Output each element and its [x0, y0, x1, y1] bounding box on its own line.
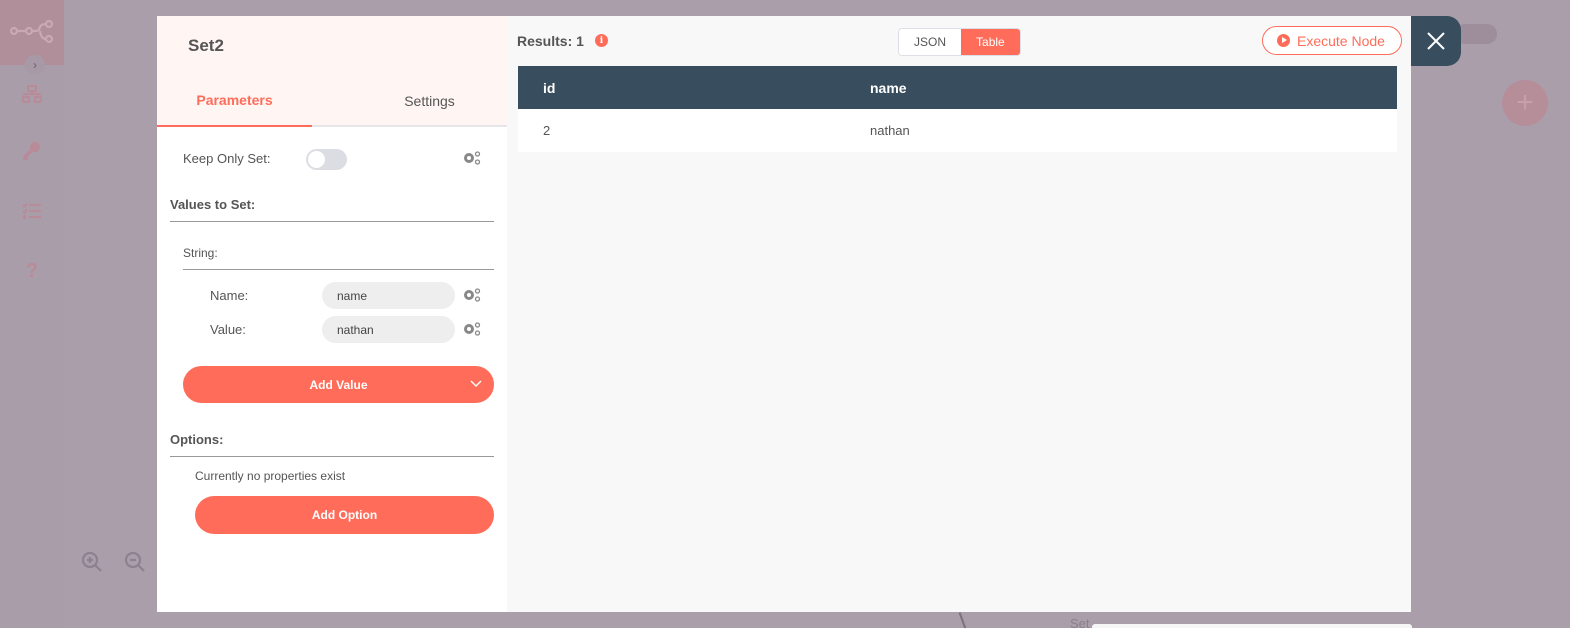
add-node-button[interactable]: +	[1502, 80, 1548, 126]
view-json-button[interactable]: JSON	[899, 29, 962, 55]
chevron-down-icon	[470, 380, 482, 387]
view-table-button[interactable]: Table	[961, 29, 1020, 55]
divider	[170, 221, 494, 222]
results-table: id name 2 nathan	[518, 66, 1397, 152]
panel-tabs: Parameters Settings	[157, 75, 507, 127]
gear-icon[interactable]	[462, 150, 482, 166]
logo-icon	[9, 19, 54, 43]
gear-icon[interactable]	[462, 287, 482, 303]
no-properties-text: Currently no properties exist	[195, 469, 346, 483]
results-count: Results: 1	[517, 33, 584, 49]
zoom-out-icon[interactable]	[123, 550, 147, 574]
column-header-name: name	[845, 66, 1397, 109]
canvas-node-label: Set	[1070, 616, 1090, 628]
panel-header: Set2 Parameters Settings	[157, 16, 507, 127]
list-icon[interactable]	[20, 199, 44, 223]
key-icon[interactable]	[20, 138, 44, 162]
workflow-icon[interactable]	[20, 82, 44, 106]
options-title: Options:	[170, 432, 224, 447]
view-mode-switch: JSON Table	[898, 28, 1021, 56]
table-cell-name: nathan	[845, 109, 1397, 152]
execute-node-button[interactable]: Execute Node	[1262, 26, 1402, 55]
add-option-button[interactable]: Add Option	[195, 496, 494, 534]
table-row: 2 nathan	[518, 109, 1397, 152]
expand-sidebar-button[interactable]: ›	[25, 55, 45, 75]
string-group-label: String:	[183, 246, 218, 260]
info-icon[interactable]: i	[595, 34, 608, 47]
zoom-in-icon[interactable]	[80, 550, 104, 574]
connection-line	[958, 612, 968, 628]
close-icon	[1427, 32, 1445, 50]
gear-icon[interactable]	[462, 321, 482, 337]
app-sidebar: › ?	[0, 0, 64, 628]
column-header-id: id	[518, 66, 845, 109]
divider	[183, 269, 494, 270]
name-field-input[interactable]: name	[322, 282, 455, 309]
keep-only-set-label: Keep Only Set:	[183, 151, 271, 166]
table-header-row: id name	[518, 66, 1397, 109]
parameters-panel: Set2 Parameters Settings Keep Only Set: …	[157, 16, 507, 612]
node-details-modal: Set2 Parameters Settings Keep Only Set: …	[157, 16, 1411, 612]
add-value-label: Add Value	[309, 377, 368, 392]
add-value-button[interactable]: Add Value	[183, 366, 494, 403]
output-panel: Results: 1 i JSON Table Execute Node id …	[507, 16, 1411, 612]
keep-only-set-toggle[interactable]	[306, 149, 347, 170]
play-icon	[1277, 34, 1290, 47]
tab-parameters[interactable]: Parameters	[157, 75, 312, 127]
tab-settings[interactable]: Settings	[352, 75, 507, 127]
canvas-node-card	[1092, 624, 1412, 628]
help-icon[interactable]: ?	[20, 259, 44, 283]
value-field-input[interactable]: nathan	[322, 316, 455, 343]
close-modal-button[interactable]	[1411, 16, 1461, 66]
value-field-label: Value:	[210, 322, 246, 337]
workflow-active-toggle[interactable]	[1455, 24, 1497, 44]
node-title[interactable]: Set2	[188, 36, 224, 56]
divider	[170, 456, 494, 457]
table-cell-id: 2	[518, 109, 845, 152]
values-to-set-title: Values to Set:	[170, 197, 256, 212]
name-field-label: Name:	[210, 288, 249, 303]
execute-node-label: Execute Node	[1297, 32, 1385, 49]
